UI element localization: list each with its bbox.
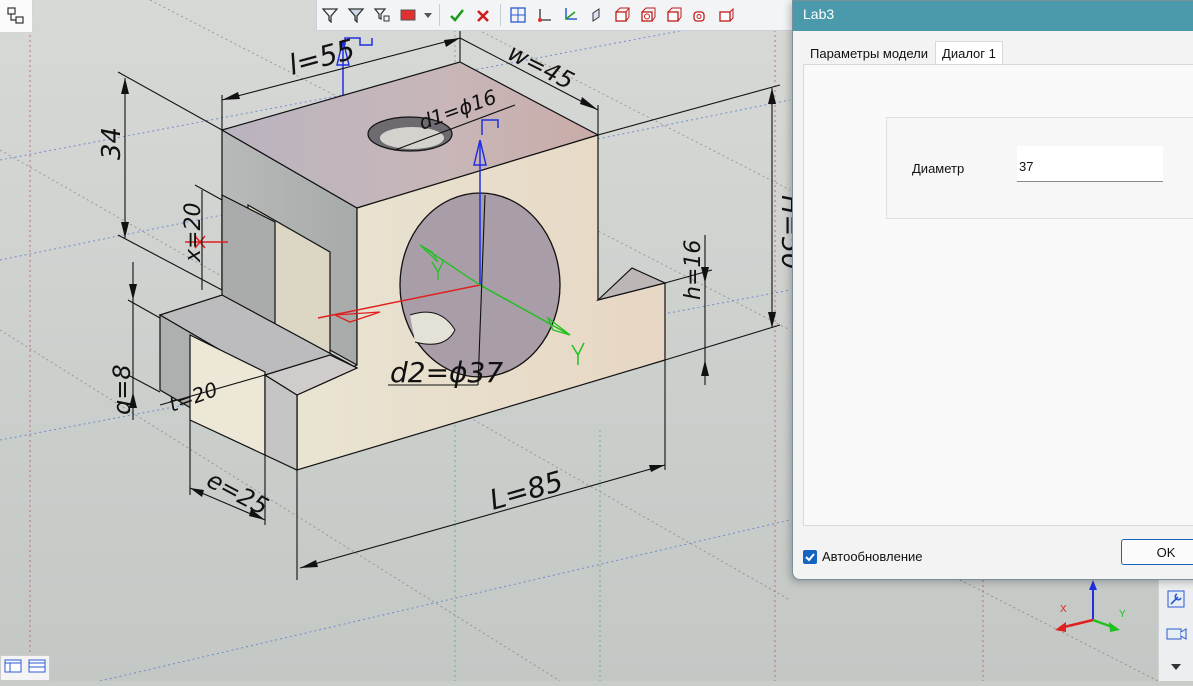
- box-cut-icon[interactable]: [663, 4, 685, 26]
- color-fill-icon[interactable]: [397, 4, 419, 26]
- autoupdate-label: Автообновление: [822, 549, 923, 564]
- dialog-tabs: Параметры модели Диалог 1: [803, 41, 1003, 65]
- right-tool-strip: [1158, 578, 1193, 681]
- triad-y-label: Y: [1119, 609, 1126, 620]
- accept-icon[interactable]: [446, 4, 468, 26]
- dim-d2: d2=ϕ37: [390, 356, 503, 389]
- box-round-icon[interactable]: [689, 4, 711, 26]
- plane-icon[interactable]: [585, 4, 607, 26]
- axis-icon[interactable]: [559, 4, 581, 26]
- triad-x-label: X: [1060, 604, 1067, 615]
- wrench-icon[interactable]: [1163, 586, 1189, 612]
- top-toolbar: [316, 0, 794, 31]
- dim-q: q=8: [108, 364, 136, 415]
- box-side-icon[interactable]: [715, 4, 737, 26]
- diameter-label: Диаметр: [912, 161, 965, 176]
- box-icon[interactable]: [611, 4, 633, 26]
- filter-tree-icon[interactable]: [371, 4, 393, 26]
- autoupdate-checkbox[interactable]: Автообновление: [803, 549, 923, 564]
- split-view-icon[interactable]: [28, 659, 46, 678]
- tab-model-parameters[interactable]: Параметры модели: [803, 41, 935, 65]
- view-layout-bar: [0, 655, 50, 681]
- tree-icon: [7, 7, 24, 24]
- model-tree-button[interactable]: [0, 0, 33, 33]
- checkbox-checked-icon[interactable]: [803, 549, 817, 564]
- lab3-dialog: Lab3 Параметры модели Диалог 1 Диаметр А…: [792, 0, 1193, 580]
- dim-x: x=20: [181, 203, 206, 263]
- dim-h: h=16: [681, 240, 706, 300]
- ok-button[interactable]: OK: [1121, 539, 1193, 565]
- filter-icon[interactable]: [319, 4, 341, 26]
- dropdown-icon[interactable]: [423, 4, 433, 26]
- grid-icon[interactable]: [507, 4, 529, 26]
- parameter-group: Диаметр: [886, 117, 1193, 219]
- filter-select-icon[interactable]: [345, 4, 367, 26]
- tab-dialog-1[interactable]: Диалог 1: [935, 41, 1003, 65]
- dim-34: 34: [97, 127, 127, 160]
- single-view-icon[interactable]: [4, 659, 22, 678]
- chevron-down-icon[interactable]: [1163, 654, 1189, 680]
- diameter-input[interactable]: [1017, 146, 1163, 182]
- dialog-title: Lab3: [793, 1, 1193, 31]
- tab-panel: Диаметр: [803, 64, 1193, 526]
- camera-icon[interactable]: [1163, 620, 1189, 646]
- cancel-icon[interactable]: [472, 4, 494, 26]
- coordinate-system-icon[interactable]: [533, 4, 555, 26]
- box-hole-icon[interactable]: [637, 4, 659, 26]
